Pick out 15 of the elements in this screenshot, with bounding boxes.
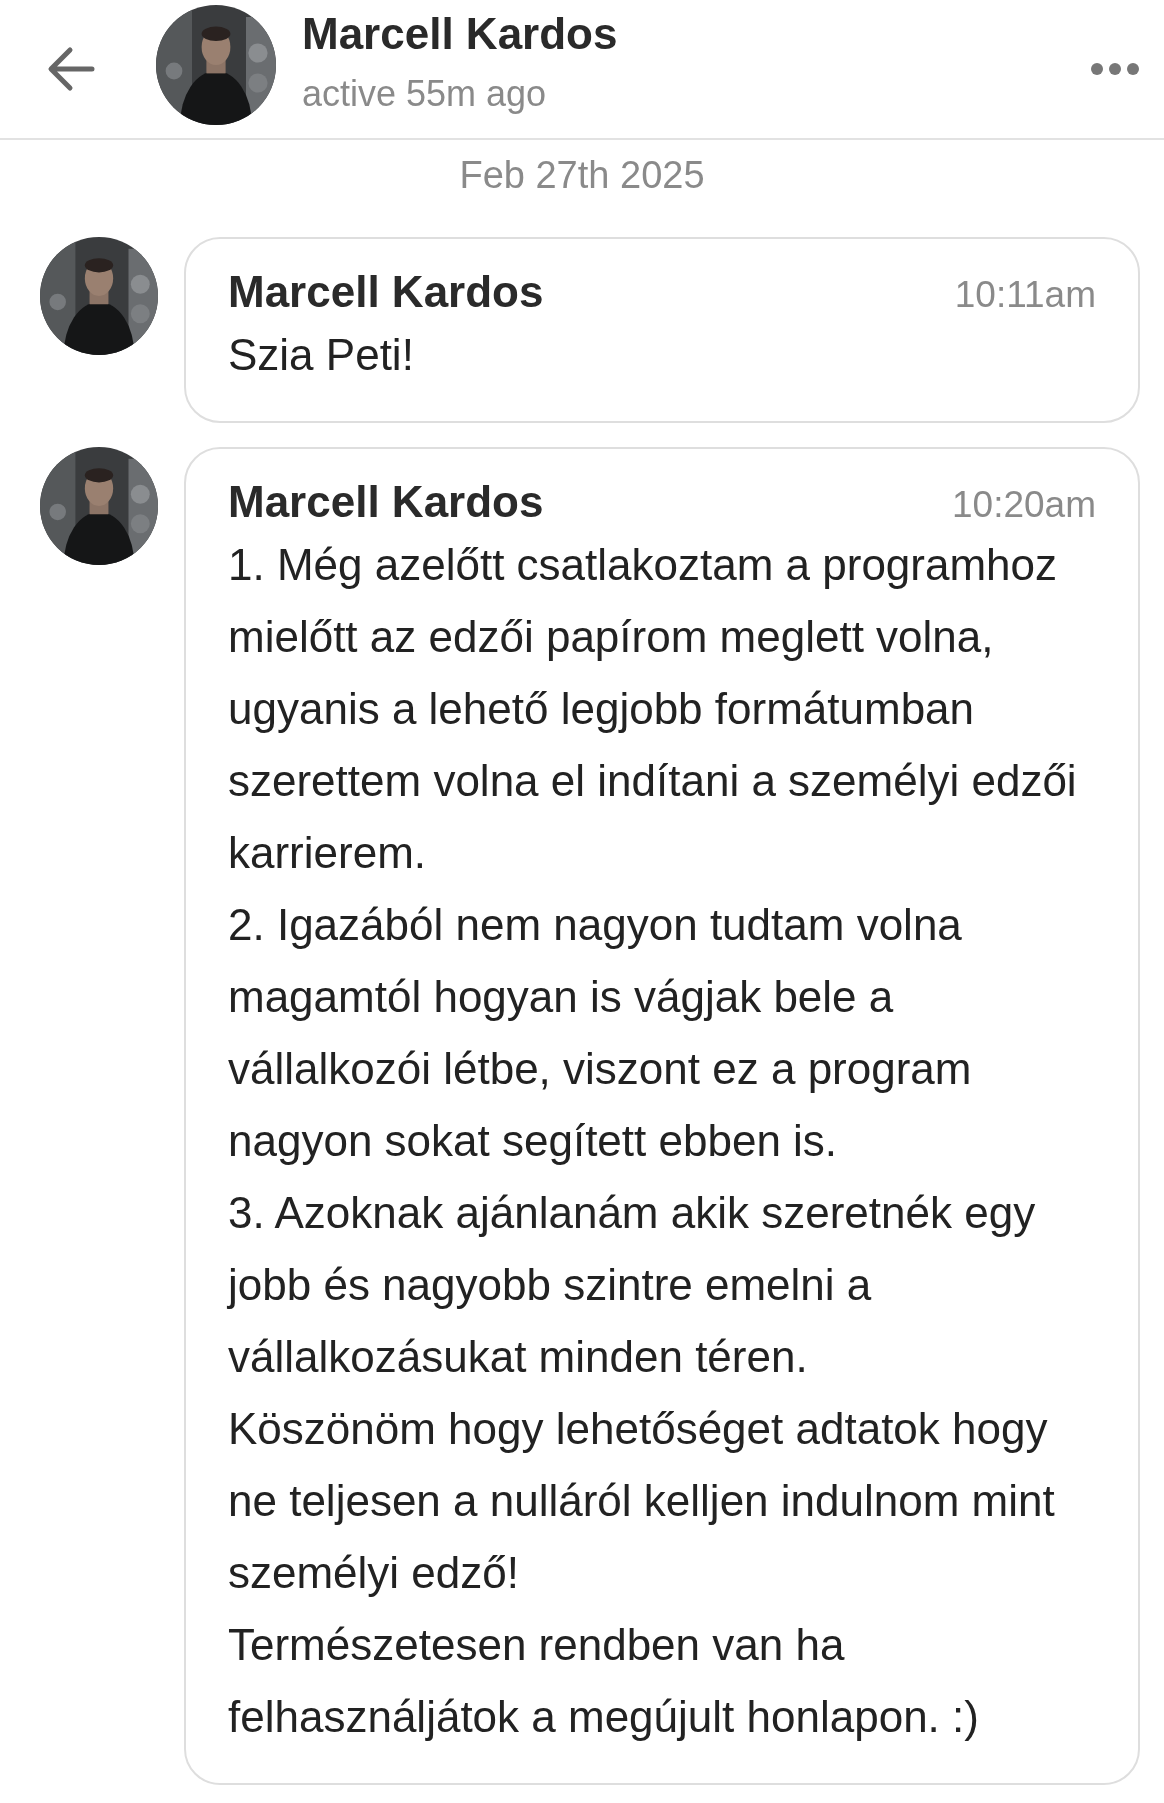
message-text: 3. Azoknak ajánlanám akik szeretnék egy jobb és nagyobb szintre emelni a vállalkozásukat minden téren. — [228, 1187, 1037, 1383]
message-text: Köszönöm hogy lehetőséget adtatok hogy ne teljesen a nulláról kelljen indulnom mint személyi edző! — [228, 1403, 1056, 1599]
message-text: 1. Még azelőtt csatlakoztam a programhoz mielőtt az edzői papírom meglett volna, ugyanis a lehető legjobb formátumban szerettem volna el indítani a személyi edzői karrierem. — [228, 539, 1078, 879]
message-text: 2. Igazából nem nagyon tudtam volna magamtól hogyan is vágjak bele a vállalkozói létbe, viszont ez a program nagyon sokat segített ebben is. — [228, 899, 973, 1167]
message-time: 10:20am — [952, 484, 1096, 526]
message-time: 10:11am — [954, 274, 1096, 316]
sender-name: Marcell Kardos — [228, 267, 544, 317]
date-divider: Feb 27th 2025 — [459, 154, 705, 196]
message-text: Természetesen rendben van ha felhasználjátok a megújult honlapon. :) — [228, 1619, 980, 1743]
more-icon[interactable] — [1090, 62, 1140, 76]
contact-name: Marcell Kardos — [302, 9, 619, 59]
active-status: active 55m ago — [302, 73, 548, 115]
sender-name: Marcell Kardos — [228, 477, 544, 527]
message-text: Szia Peti! — [228, 329, 415, 381]
back-icon[interactable] — [46, 46, 96, 92]
